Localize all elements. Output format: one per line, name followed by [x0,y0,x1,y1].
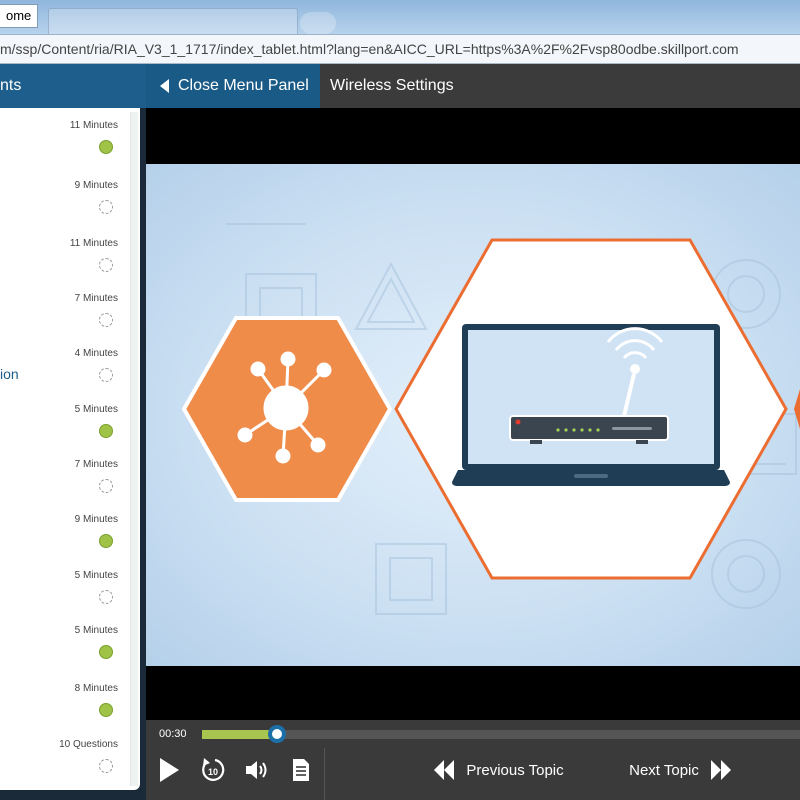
incomplete-status-icon [99,258,113,272]
close-menu-panel-button[interactable]: Close Menu Panel [146,64,320,108]
complete-status-icon [99,703,113,717]
incomplete-status-icon [99,759,113,773]
next-topic-label: Next Topic [629,761,699,779]
new-tab-button[interactable] [300,12,336,34]
address-bar[interactable]: m/ssp/Content/ria/RIA_V3_1_1717/index_ta… [0,34,800,64]
url-text[interactable]: m/ssp/Content/ria/RIA_V3_1_1717/index_ta… [0,41,739,57]
menu-item-duration: 10 Questions [59,739,118,750]
current-time: 00:30 [159,728,187,740]
volume-icon [246,761,267,779]
menu-item[interactable]: 10 Questions [0,739,128,779]
next-topic-button[interactable]: Next Topic [620,748,740,792]
menu-item[interactable]: 9 Minutes [0,180,128,220]
browser-tab-inactive[interactable] [48,8,298,34]
browser-tab[interactable]: ome [0,4,39,28]
laptop-router-icon [452,324,730,486]
play-button[interactable] [152,748,186,792]
incomplete-status-icon [99,590,113,604]
complete-status-icon [99,645,113,659]
seek-bar-progress [202,730,277,739]
menu-item-duration: 4 Minutes [74,348,118,359]
replay-10-icon: 10 [202,758,225,781]
replay-10-button[interactable]: 10 [196,748,230,792]
close-menu-panel-label: Close Menu Panel [178,77,309,94]
slide-illustration [181,223,800,615]
double-chevron-left-icon [434,760,455,780]
transcript-button[interactable] [284,748,318,792]
previous-topic-button[interactable]: Previous Topic [424,748,574,792]
browser-tab-title: ome [6,8,32,23]
menu-item-duration: 5 Minutes [74,404,118,415]
menu-item-duration: 5 Minutes [74,625,118,636]
menu-item-duration: 7 Minutes [74,293,118,304]
menu-item-duration: 9 Minutes [74,514,118,525]
topic-title: Wireless Settings [330,77,454,94]
menu-item-duration: 8 Minutes [74,683,118,694]
video-frame [146,164,800,666]
menu-item[interactable]: 11 Minutes [0,238,128,278]
complete-status-icon [99,424,113,438]
replay-seconds-label: 10 [208,767,218,777]
menu-item-duration: 7 Minutes [74,459,118,470]
control-divider [324,748,325,800]
menu-item[interactable]: 7 Minutes [0,293,128,333]
player-controls: 00:30 10 Previous Topic Next Topic [146,720,800,800]
menu-item[interactable]: 11 Minutes [0,120,128,160]
menu-panel: ion 11 Minutes 9 Minutes 11 Minutes 7 Minut… [0,108,146,800]
incomplete-status-icon [99,200,113,214]
menu-item[interactable]: 5 Minutes [0,404,128,444]
seek-bar[interactable] [202,725,800,743]
control-row: 10 Previous Topic Next Topic [146,748,800,800]
menu-item-duration: 5 Minutes [74,570,118,581]
incomplete-status-icon [99,368,113,382]
menu-item[interactable]: 9 Minutes [0,514,128,554]
seek-bar-handle[interactable] [267,725,286,743]
complete-status-icon [99,140,113,154]
previous-topic-label: Previous Topic [466,761,564,779]
menu-item[interactable]: 5 Minutes [0,625,128,665]
menu-item[interactable]: 8 Minutes [0,683,128,723]
complete-status-icon [99,534,113,548]
topic-list: ion 11 Minutes 9 Minutes 11 Minutes 7 Minut… [0,108,140,790]
menu-item[interactable]: 7 Minutes [0,459,128,499]
menu-item-duration: 9 Minutes [74,180,118,191]
menu-item-duration: 11 Minutes [69,120,118,131]
incomplete-status-icon [99,313,113,327]
browser-tab-bar: ome [0,0,800,34]
chevron-left-icon [160,79,169,93]
play-icon [160,758,179,782]
app-header: nts Close Menu Panel Wireless Settings [0,64,800,108]
menu-header-label: nts [0,77,22,94]
document-icon [293,759,309,781]
menu-scrollbar[interactable] [130,112,138,786]
menu-item-duration: 11 Minutes [69,238,118,249]
menu-item[interactable]: 4 Minutes [0,348,128,388]
volume-button[interactable] [240,748,274,792]
video-player[interactable] [146,108,800,720]
double-chevron-right-icon [710,760,731,780]
menu-item[interactable]: 5 Minutes [0,570,128,610]
incomplete-status-icon [99,479,113,493]
